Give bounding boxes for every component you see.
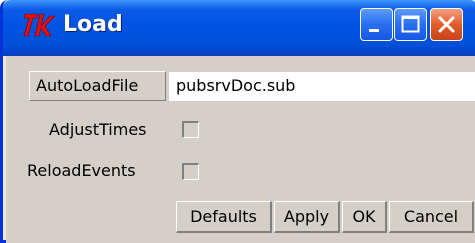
reload-events-checkbox[interactable]	[182, 163, 199, 180]
window-title: Load	[63, 12, 123, 37]
autoload-file-input[interactable]: pubsrvDoc.sub	[169, 72, 475, 101]
defaults-button[interactable]: Defaults	[176, 201, 272, 233]
close-icon	[438, 16, 455, 33]
title-bar[interactable]: Load	[3, 0, 475, 56]
load-dialog-window: Load AutoLoadFile pubsrvDoc.sub AdjustTi…	[0, 0, 475, 243]
apply-button[interactable]: Apply	[274, 201, 340, 233]
minimize-icon	[369, 29, 379, 32]
cancel-button[interactable]: Cancel	[389, 201, 474, 233]
autoload-label: AutoLoadFile	[36, 76, 139, 95]
maximize-icon	[401, 15, 420, 33]
maximize-button[interactable]	[394, 8, 427, 41]
adjust-times-checkbox[interactable]	[182, 121, 199, 138]
minimize-button[interactable]	[360, 8, 393, 41]
dialog-body: AutoLoadFile pubsrvDoc.sub AdjustTimes R…	[6, 56, 475, 243]
close-button[interactable]	[430, 8, 463, 41]
reload-events-label: ReloadEvents	[27, 161, 136, 180]
tk-logo-icon	[23, 13, 56, 37]
ok-button[interactable]: OK	[342, 201, 387, 233]
adjust-times-label: AdjustTimes	[49, 120, 147, 139]
